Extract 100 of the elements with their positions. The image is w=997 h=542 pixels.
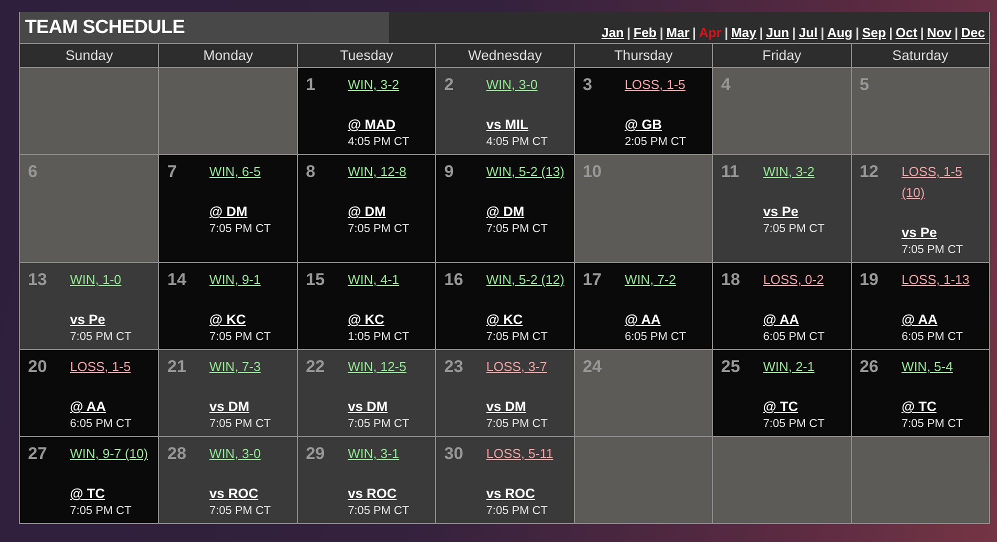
month-link[interactable]: Oct [896, 25, 918, 40]
opponent-link[interactable]: vs DM [209, 399, 250, 414]
opponent-link[interactable]: vs Pe [763, 204, 798, 219]
month-link[interactable]: Sep [862, 25, 886, 40]
day-number: 21 [167, 357, 188, 377]
opponent-link[interactable]: vs Pe [902, 225, 937, 240]
game-result-link[interactable]: LOSS, 3-7 [486, 356, 547, 377]
weekday-header: Tuesday [296, 43, 436, 67]
day-number: 29 [306, 444, 326, 464]
game-result-link[interactable]: LOSS, 1-5 [624, 74, 686, 95]
separator: | [626, 25, 631, 40]
day-number: 12 [860, 162, 880, 182]
separator: | [856, 25, 860, 40]
opponent-link[interactable]: @ KC [209, 312, 246, 327]
game-result-link[interactable]: WIN, 7-3 [209, 356, 261, 377]
day-number: 25 [721, 357, 742, 377]
day-number: 24 [582, 357, 603, 377]
game-result-link[interactable]: WIN, 5-4 [902, 356, 953, 377]
day-number: 16 [444, 270, 464, 290]
opponent-link[interactable]: @ DM [209, 204, 248, 219]
month-link[interactable]: Mar [666, 25, 690, 40]
month-link[interactable]: Aug [827, 25, 852, 40]
game-time: 7:05 PM CT [70, 505, 132, 517]
day-number: 3 [582, 75, 594, 95]
separator: | [888, 25, 893, 40]
opponent-link[interactable]: vs DM [348, 399, 388, 414]
opponent-link[interactable]: @ KC [486, 312, 523, 327]
separator: | [692, 25, 696, 40]
game-time: 7:05 PM CT [209, 331, 271, 343]
opponent-link[interactable]: @ TC [70, 486, 105, 501]
opponent-link[interactable]: @ TC [763, 399, 798, 414]
day-number: 17 [582, 270, 603, 290]
day-number: 8 [306, 162, 316, 182]
game-result-link[interactable]: WIN, 1-0 [70, 269, 122, 290]
opponent-link[interactable]: @ AA [624, 312, 661, 327]
game-result-link[interactable]: WIN, 4-1 [348, 269, 400, 290]
weekday-header: Friday [712, 43, 851, 67]
game-result-link[interactable]: WIN, 9-7 (10) [70, 443, 148, 464]
game-result-link[interactable]: WIN, 7-2 [624, 269, 676, 290]
day-number: 7 [167, 162, 178, 182]
opponent-link[interactable]: @ AA [70, 399, 106, 414]
game-time: 7:05 PM CT [209, 505, 271, 517]
opponent-link[interactable]: vs DM [486, 399, 526, 414]
day-number: 10 [582, 162, 603, 182]
day-number: 23 [444, 357, 464, 377]
game-result-link[interactable]: LOSS, 1-13 [902, 269, 970, 290]
month-link[interactable]: May [731, 25, 756, 40]
game-result-link[interactable]: LOSS, 1-5 [70, 356, 131, 377]
opponent-link[interactable]: @ KC [348, 312, 384, 327]
opponent-link[interactable]: @ TC [902, 399, 936, 414]
game-result-link[interactable]: WIN, 12-8 [348, 161, 406, 182]
day-number: 15 [306, 270, 326, 290]
game-time: 4:05 PM CT [348, 136, 410, 148]
game-time: 6:05 PM CT [902, 331, 963, 343]
game-result-link[interactable]: WIN, 3-1 [348, 443, 400, 464]
game-time: 7:05 PM CT [209, 223, 271, 235]
day-number: 18 [721, 270, 742, 290]
opponent-link[interactable]: @ DM [348, 204, 386, 219]
opponent-link[interactable]: vs MIL [486, 117, 528, 132]
month-link[interactable]: Dec [961, 25, 985, 40]
game-result-link[interactable]: LOSS, 1-5 (10) [902, 161, 985, 203]
game-result-link[interactable]: WIN, 3-0 [486, 74, 538, 95]
day-number: 19 [860, 270, 880, 290]
opponent-link[interactable]: @ AA [763, 312, 800, 327]
game-result-link[interactable]: WIN, 6-5 [209, 161, 261, 182]
game-time: 7:05 PM CT [486, 505, 548, 517]
game-result-link[interactable]: WIN, 3-0 [209, 443, 261, 464]
game-time: 7:05 PM CT [902, 418, 963, 430]
game-time: 7:05 PM CT [348, 223, 410, 235]
game-result-link[interactable]: LOSS, 5-11 [486, 443, 554, 464]
game-result-link[interactable]: WIN, 5-2 (13) [486, 161, 564, 182]
opponent-link[interactable]: vs ROC [348, 486, 397, 501]
opponent-link[interactable]: vs ROC [209, 486, 258, 501]
month-link[interactable]: Jun [766, 25, 790, 40]
opponent-link[interactable]: @ AA [902, 312, 938, 327]
opponent-link[interactable]: @ GB [624, 117, 662, 132]
game-result-link[interactable]: LOSS, 0-2 [763, 269, 824, 290]
day-number: 14 [167, 270, 188, 290]
schedule-title: TEAM SCHEDULE [25, 16, 185, 38]
day-number: 11 [721, 162, 740, 182]
game-result-link[interactable]: WIN, 5-2 (12) [486, 269, 564, 290]
month-link[interactable]: Nov [926, 25, 952, 40]
game-result-link[interactable]: WIN, 9-1 [209, 269, 261, 290]
game-result-link[interactable]: WIN, 2-1 [763, 356, 814, 377]
month-link[interactable]: Feb [634, 25, 657, 40]
game-time: 1:05 PM CT [348, 331, 410, 343]
game-result-link[interactable]: WIN, 3-2 [763, 161, 814, 182]
opponent-link[interactable]: @ MAD [348, 117, 396, 132]
opponent-link[interactable]: vs Pe [70, 312, 106, 327]
game-result-link[interactable]: WIN, 12-5 [348, 356, 406, 377]
weekday-header: Thursday [574, 43, 712, 67]
opponent-link[interactable]: @ DM [486, 204, 524, 219]
game-result-link[interactable]: WIN, 3-2 [348, 74, 400, 95]
month-link[interactable]: Jul [798, 25, 818, 40]
day-number: 30 [444, 444, 464, 464]
month-link[interactable]: Jan [601, 25, 624, 40]
separator: | [724, 25, 728, 40]
weekday-header: Sunday [20, 43, 158, 67]
opponent-link[interactable]: vs ROC [486, 486, 536, 501]
day-number: 1 [306, 75, 316, 95]
